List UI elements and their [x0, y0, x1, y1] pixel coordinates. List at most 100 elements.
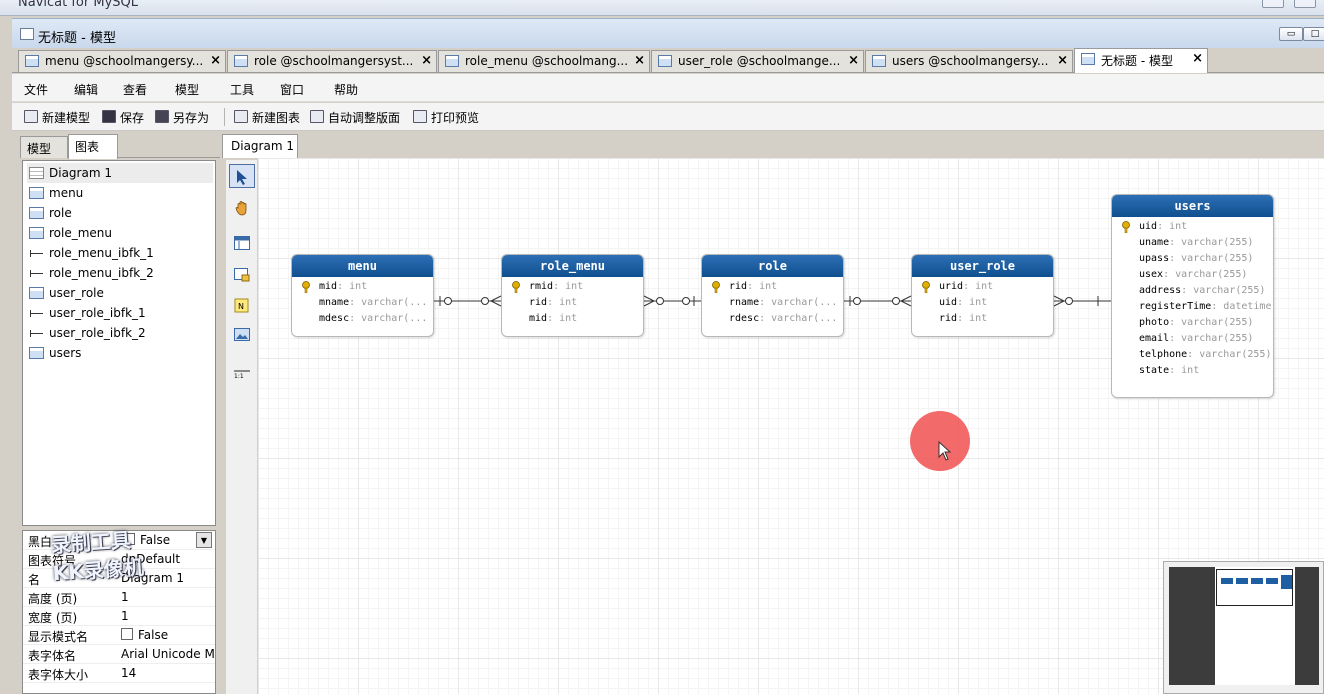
tool-palette: N 1:1: [226, 160, 258, 694]
new-view-tool[interactable]: [229, 264, 255, 288]
model-icon: [1081, 53, 1095, 65]
er-field: rmid: int: [502, 279, 643, 295]
diagram-icon: [29, 167, 44, 179]
er-table-users[interactable]: users uid: int uname: varchar(255) upass…: [1111, 194, 1274, 398]
tree-item-users[interactable]: users: [27, 343, 213, 363]
er-table-title: role: [702, 255, 843, 277]
minimap[interactable]: [1163, 561, 1324, 694]
doc-tab-menu[interactable]: menu @schoolmangersy... ×: [18, 50, 226, 72]
image-icon: [234, 328, 250, 341]
svg-text:1:1: 1:1: [234, 373, 244, 378]
new-image-tool[interactable]: [229, 324, 255, 348]
cursor-highlight: [910, 411, 970, 471]
printer-icon: [413, 110, 427, 123]
close-icon[interactable]: ×: [421, 53, 432, 68]
relation-tool[interactable]: 1:1: [229, 364, 255, 388]
tree-item-role-menu-ibfk-1[interactable]: role_menu_ibfk_1: [27, 243, 213, 263]
er-table-role-menu[interactable]: role_menu rmid: int rid: int mid: int: [501, 254, 644, 337]
er-field: mid: int: [292, 279, 433, 295]
print-preview-button[interactable]: 打印预览: [413, 109, 479, 126]
tab-diagram[interactable]: 图表: [68, 134, 118, 159]
doc-tab-role[interactable]: role @schoolmangersyst... ×: [227, 50, 437, 72]
foreign-key-icon: [29, 247, 44, 259]
doc-tab-role-menu[interactable]: role_menu @schoolmang... ×: [438, 50, 650, 72]
recorder-watermark: 录制工具 KK录像机: [50, 527, 145, 586]
er-table-user-role[interactable]: user_role urid: int uid: int rid: int: [911, 254, 1054, 337]
toolbar-separator: [224, 108, 225, 126]
er-field: rid: int: [939, 313, 988, 324]
foreign-key-icon: [29, 267, 44, 279]
tree-item-role[interactable]: role: [27, 203, 213, 223]
tree-item-menu[interactable]: menu: [27, 183, 213, 203]
er-table-title: users: [1112, 195, 1273, 217]
er-field: registerTime: datetime: [1139, 301, 1272, 312]
prop-row-table-font[interactable]: 表字体名 Arial Unicode MS: [23, 645, 215, 664]
er-field: state: int: [1139, 365, 1200, 376]
er-field: mname: varchar(...: [319, 297, 428, 308]
mouse-cursor-icon: [938, 441, 952, 461]
tab-model[interactable]: 模型: [20, 136, 68, 158]
hand-tool[interactable]: [229, 196, 255, 220]
tree-item-role-menu[interactable]: role_menu: [27, 223, 213, 243]
tree-item-user-role[interactable]: user_role: [27, 283, 213, 303]
doc-tab-users[interactable]: users @schoolmangersy... ×: [865, 50, 1073, 72]
object-tree: Diagram 1 menu role role_menu role_menu_…: [22, 160, 216, 526]
tree-item-diagram-1[interactable]: Diagram 1: [27, 163, 213, 183]
new-table-tool[interactable]: [229, 232, 255, 256]
doc-tab-user-role[interactable]: user_role @schoolmange... ×: [651, 50, 864, 72]
save-as-icon: [155, 110, 169, 123]
auto-layout-button[interactable]: 自动调整版面: [310, 109, 400, 126]
prop-row-width-pages[interactable]: 宽度 (页) 1: [23, 607, 215, 626]
tree-item-user-role-ibfk-1[interactable]: user_role_ibfk_1: [27, 303, 213, 323]
svg-text:N: N: [238, 302, 244, 311]
er-field: upass: varchar(255): [1139, 253, 1254, 264]
close-icon[interactable]: ×: [634, 53, 645, 68]
save-as-button[interactable]: 另存为: [155, 109, 209, 126]
close-icon[interactable]: ×: [1057, 53, 1068, 68]
er-field: rname: varchar(...: [729, 297, 838, 308]
er-field: uid: int: [1112, 219, 1273, 235]
new-diagram-button[interactable]: 新建图表: [234, 109, 300, 126]
er-table-role[interactable]: role rid: int rname: varchar(... rdesc: …: [701, 254, 844, 337]
close-icon[interactable]: ×: [210, 53, 221, 68]
tree-item-user-role-ibfk-2[interactable]: user_role_ibfk_2: [27, 323, 213, 343]
maximize-window-button[interactable]: □: [1303, 27, 1324, 41]
menu-tools[interactable]: 工具: [230, 81, 254, 98]
pointer-tool[interactable]: [229, 164, 255, 188]
checkbox[interactable]: [121, 628, 133, 640]
menu-view[interactable]: 查看: [123, 81, 147, 98]
tree-item-role-menu-ibfk-2[interactable]: role_menu_ibfk_2: [27, 263, 213, 283]
restore-button[interactable]: ▭: [1279, 27, 1303, 41]
prop-row-table-font-size[interactable]: 表字体大小 14: [23, 664, 215, 683]
menu-edit[interactable]: 编辑: [74, 81, 98, 98]
minimize-button[interactable]: [1262, 0, 1284, 8]
prop-row-height-pages[interactable]: 高度 (页) 1: [23, 588, 215, 607]
table-icon: [658, 55, 672, 67]
hand-icon: [235, 201, 247, 216]
chevron-down-icon[interactable]: ▼: [196, 532, 212, 548]
tab-diagram-1[interactable]: Diagram 1: [222, 134, 298, 158]
menu-model[interactable]: 模型: [175, 81, 199, 98]
er-field: mdesc: varchar(...: [319, 313, 428, 324]
prop-row-show-schema[interactable]: 显示模式名 False: [23, 626, 215, 645]
save-button[interactable]: 保存: [102, 109, 144, 126]
toolbar: 新建模型 保存 另存为 新建图表 自动调整版面 打印预览: [12, 103, 1324, 131]
er-field: email: varchar(255): [1139, 333, 1254, 344]
foreign-key-icon: [29, 307, 44, 319]
menu-window[interactable]: 窗口: [280, 81, 304, 98]
doc-tab-model[interactable]: 无标题 - 模型 ×: [1074, 48, 1208, 73]
table-icon: [234, 55, 248, 67]
relation-icon: 1:1: [234, 370, 250, 378]
new-diagram-icon: [234, 110, 248, 123]
er-table-menu[interactable]: menu mid: int mname: varchar(... mdesc: …: [291, 254, 434, 337]
close-icon[interactable]: ×: [848, 53, 859, 68]
menu-file[interactable]: 文件: [24, 81, 48, 98]
menu-help[interactable]: 帮助: [334, 81, 358, 98]
new-note-tool[interactable]: N: [229, 294, 255, 318]
new-model-button[interactable]: 新建模型: [24, 109, 90, 126]
maximize-button[interactable]: [1294, 0, 1316, 8]
close-icon[interactable]: ×: [1192, 51, 1203, 66]
note-icon: N: [234, 298, 249, 313]
er-field: usex: varchar(255): [1139, 269, 1248, 280]
er-table-title: role_menu: [502, 255, 643, 277]
